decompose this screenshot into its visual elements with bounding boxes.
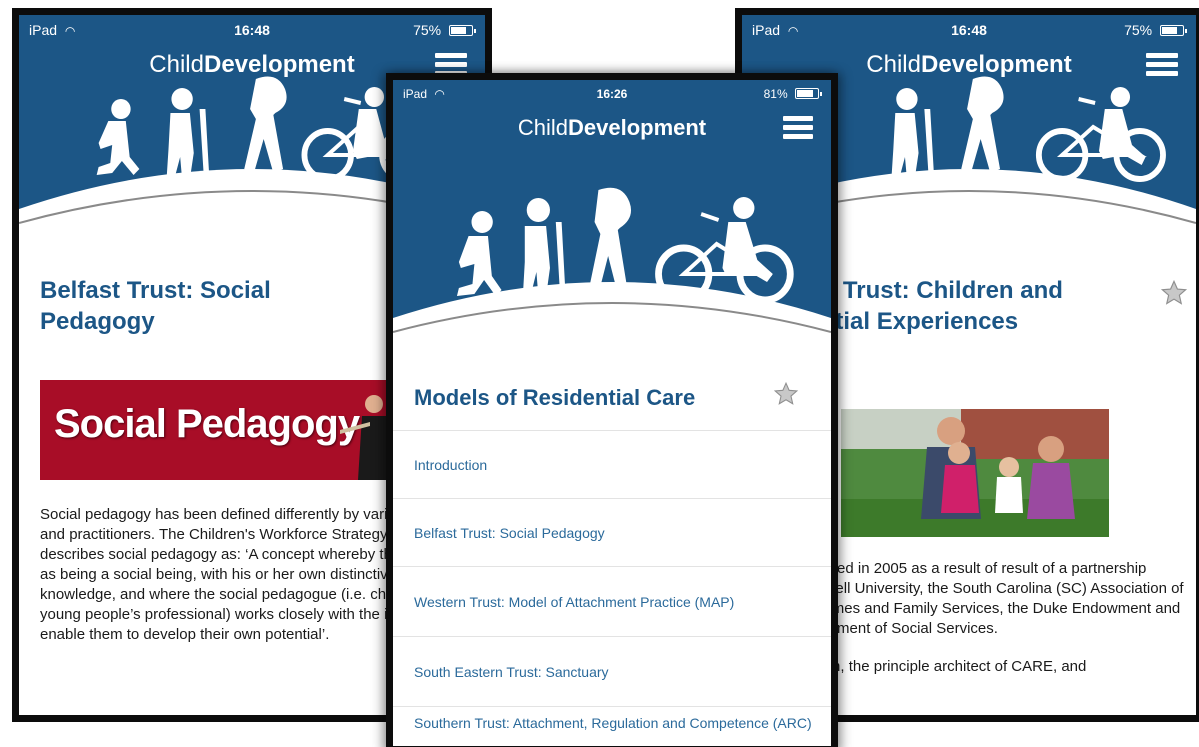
menu-item-southern-trust[interactable]: Southern Trust: Attachment, Regulation a… (393, 706, 831, 746)
menu-item-introduction[interactable]: Introduction (393, 430, 831, 498)
banner-text: Social Pedagogy (54, 402, 360, 446)
battery-percent: 75% (1124, 22, 1153, 38)
section-menu-list: Introduction Belfast Trust: Social Pedag… (393, 430, 831, 746)
battery-icon (1160, 25, 1187, 36)
star-icon[interactable] (1160, 279, 1188, 307)
star-icon[interactable] (773, 381, 799, 407)
battery-fill (451, 27, 466, 34)
status-bar: iPad ◠ 16:48 75% (742, 15, 1196, 45)
battery-fill (1162, 27, 1177, 34)
app-header: iPad ◠ 16:26 81% ChildDevelopment (393, 80, 831, 355)
menu-item-belfast-trust[interactable]: Belfast Trust: Social Pedagogy (393, 498, 831, 566)
children-silhouette-banner (393, 150, 831, 355)
battery-percent: 75% (413, 22, 442, 38)
battery-icon (449, 25, 476, 36)
menu-item-western-trust[interactable]: Western Trust: Model of Attachment Pract… (393, 566, 831, 636)
family-photo (841, 409, 1109, 537)
battery-fill (797, 90, 814, 97)
menu-icon[interactable] (783, 116, 813, 140)
phone-screen-center: iPad ◠ 16:26 81% ChildDevelopment Models… (386, 73, 838, 747)
status-bar: iPad ◠ 16:48 75% (19, 15, 485, 45)
app-title: ChildDevelopment (518, 108, 706, 148)
app-title-bold: Development (567, 115, 707, 140)
status-bar: iPad ◠ 16:26 81% (393, 80, 831, 108)
title-bar: ChildDevelopment (393, 108, 831, 148)
app-title-light: Child (517, 115, 568, 140)
menu-item-south-eastern-trust[interactable]: South Eastern Trust: Sanctuary (393, 636, 831, 706)
page-title: Belfast Trust: Social Pedagogy (40, 277, 271, 335)
page-title: Models of Residential Care (414, 385, 696, 410)
battery-icon (795, 88, 822, 99)
battery-percent: 81% (763, 87, 788, 101)
